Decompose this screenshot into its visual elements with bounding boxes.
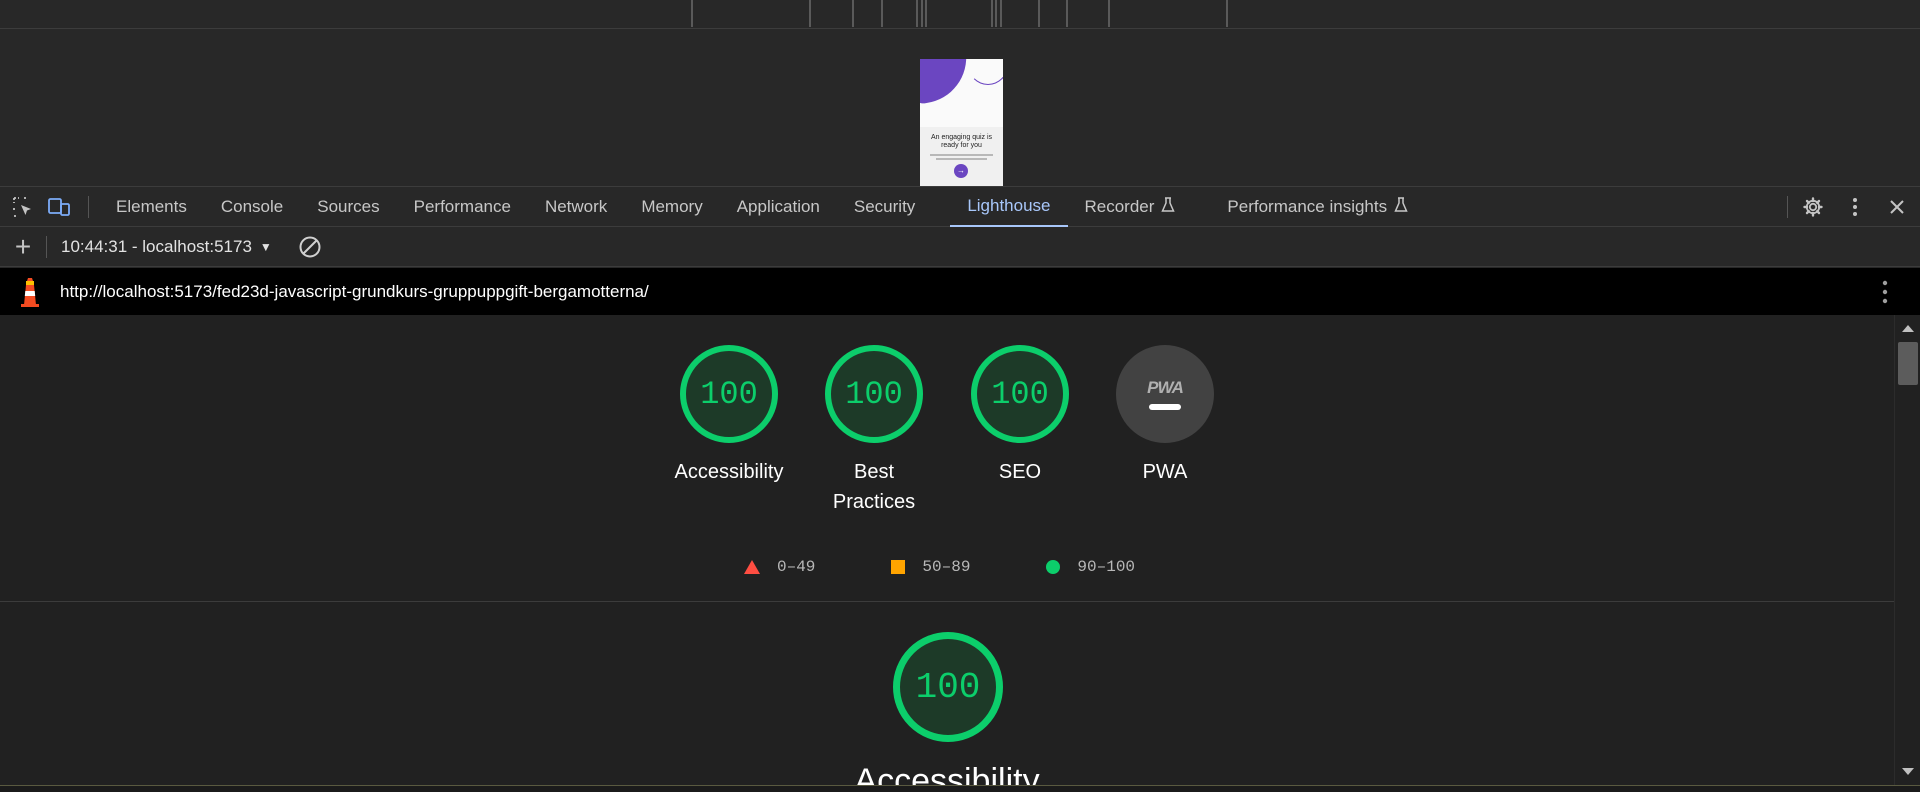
flask-icon: [1394, 196, 1408, 217]
timeline-tick: [1066, 0, 1068, 27]
report-menu-icon[interactable]: [1880, 280, 1890, 304]
report-scrollbar[interactable]: [1894, 315, 1920, 785]
timeline-tick: [809, 0, 811, 27]
timeline-tick: [1108, 0, 1110, 27]
report-url[interactable]: http://localhost:5173/fed23d-javascript-…: [60, 282, 649, 302]
clear-reports-icon[interactable]: [298, 235, 322, 259]
timeline-tick: [991, 0, 993, 27]
legend-item-average: 50–89: [891, 558, 970, 576]
page-screenshot-thumbnail: An engaging quiz is ready for you →: [920, 59, 1003, 186]
settings-gear-icon[interactable]: [1798, 192, 1828, 222]
screenshot-timeline: [0, 0, 1920, 29]
gauge-seo[interactable]: 100 SEO: [950, 345, 1090, 487]
tab-lighthouse[interactable]: Lighthouse: [950, 187, 1068, 227]
tab-elements[interactable]: Elements: [99, 187, 204, 227]
lighthouse-report: 100 Accessibility 100 Best Practices 100…: [0, 315, 1894, 785]
decorative-arc: [968, 59, 1003, 85]
pwa-dash-icon: [1149, 404, 1181, 410]
category-title: Accessibility: [854, 762, 1040, 785]
tab-memory[interactable]: Memory: [624, 187, 719, 227]
close-devtools-icon[interactable]: [1882, 192, 1912, 222]
legend-item-fail: 0–49: [744, 558, 815, 576]
tab-performance-insights-label: Performance insights: [1227, 196, 1388, 216]
new-report-plus-icon[interactable]: +: [0, 227, 46, 267]
toolbar-separator: [46, 235, 47, 258]
tab-recorder[interactable]: Recorder: [1068, 187, 1193, 227]
lighthouse-logo-icon: [0, 268, 60, 315]
more-options-icon[interactable]: [1840, 192, 1870, 222]
pwa-badge-text: PWA: [1147, 378, 1184, 397]
timeline-tick: [995, 0, 997, 27]
category-score-gauge: 100: [893, 632, 1003, 742]
flask-icon: [1161, 196, 1176, 217]
purple-blob-shape: [920, 59, 973, 105]
window-bottom-edge: [0, 785, 1920, 792]
tab-security[interactable]: Security: [837, 187, 932, 227]
legend-range: 0–49: [777, 558, 816, 576]
tab-sources[interactable]: Sources: [300, 187, 396, 227]
tab-recorder-label: Recorder: [1084, 196, 1155, 216]
legend-range: 50–89: [922, 558, 971, 576]
timeline-tick: [925, 0, 927, 27]
section-divider: [0, 601, 1894, 602]
timeline-tick: [1226, 0, 1228, 27]
device-toolbar-icon[interactable]: [44, 192, 74, 222]
square-icon: [891, 560, 906, 574]
scroll-up-arrow-icon[interactable]: [1902, 325, 1914, 332]
legend-item-pass: 90–100: [1046, 558, 1135, 576]
gauge-best-practices[interactable]: 100 Best Practices: [804, 345, 944, 517]
devtools-tab-bar: Elements Console Sources Performance Net…: [0, 186, 1920, 227]
score-ring: 100: [680, 345, 778, 443]
toolbar-separator: [1787, 196, 1788, 218]
timeline-tick: [691, 0, 693, 27]
report-select-value: 10:44:31 - localhost:5173: [61, 236, 252, 256]
devtools-toolbar-right: [1787, 187, 1920, 227]
gauge-label: PWA: [1142, 461, 1188, 483]
lighthouse-toolbar: + 10:44:31 - localhost:5173 ▼: [0, 227, 1920, 267]
timeline-tick: [916, 0, 918, 27]
timeline-tick: [852, 0, 854, 27]
report-url-bar: http://localhost:5173/fed23d-javascript-…: [0, 268, 1920, 315]
tab-application[interactable]: Application: [720, 187, 837, 227]
score-ring: 100: [825, 345, 923, 443]
timeline-tick: [1038, 0, 1040, 27]
gauge-label: Best Practices: [832, 461, 916, 513]
score-ring: 100: [971, 345, 1069, 443]
tab-performance-insights[interactable]: Performance insights: [1210, 187, 1425, 227]
gauge-pwa[interactable]: PWA PWA: [1095, 345, 1235, 487]
tab-performance[interactable]: Performance: [397, 187, 528, 227]
gauge-label: Accessibility: [674, 461, 784, 483]
gauge-accessibility[interactable]: 100 Accessibility: [659, 345, 799, 487]
tab-console[interactable]: Console: [204, 187, 300, 227]
caret-down-icon: ▼: [259, 239, 272, 254]
gauge-label: SEO: [998, 461, 1042, 483]
circle-icon: [1046, 560, 1061, 574]
triangle-icon: [744, 560, 760, 574]
timeline-tick: [881, 0, 883, 27]
inspect-element-icon[interactable]: [8, 192, 38, 222]
thumbnail-title: An engaging quiz is ready for you: [930, 134, 993, 149]
legend-range: 90–100: [1077, 558, 1136, 576]
report-select-dropdown[interactable]: 10:44:31 - localhost:5173 ▼: [61, 237, 272, 257]
thumbnail-subtext: [930, 154, 993, 162]
pwa-badge: PWA: [1116, 345, 1214, 443]
timeline-tick: [921, 0, 923, 27]
score-legend: 0–49 50–89 90–100: [744, 558, 1135, 576]
scrollbar-thumb[interactable]: [1898, 342, 1918, 385]
scroll-down-arrow-icon[interactable]: [1902, 768, 1914, 775]
score-gauges: 100 Accessibility 100 Best Practices 100…: [0, 315, 1894, 601]
toolbar-separator: [88, 195, 89, 218]
tab-network[interactable]: Network: [528, 187, 624, 227]
thumbnail-arrow-button: →: [954, 164, 968, 178]
timeline-tick: [1000, 0, 1002, 27]
page-preview-area: An engaging quiz is ready for you →: [0, 0, 1920, 186]
